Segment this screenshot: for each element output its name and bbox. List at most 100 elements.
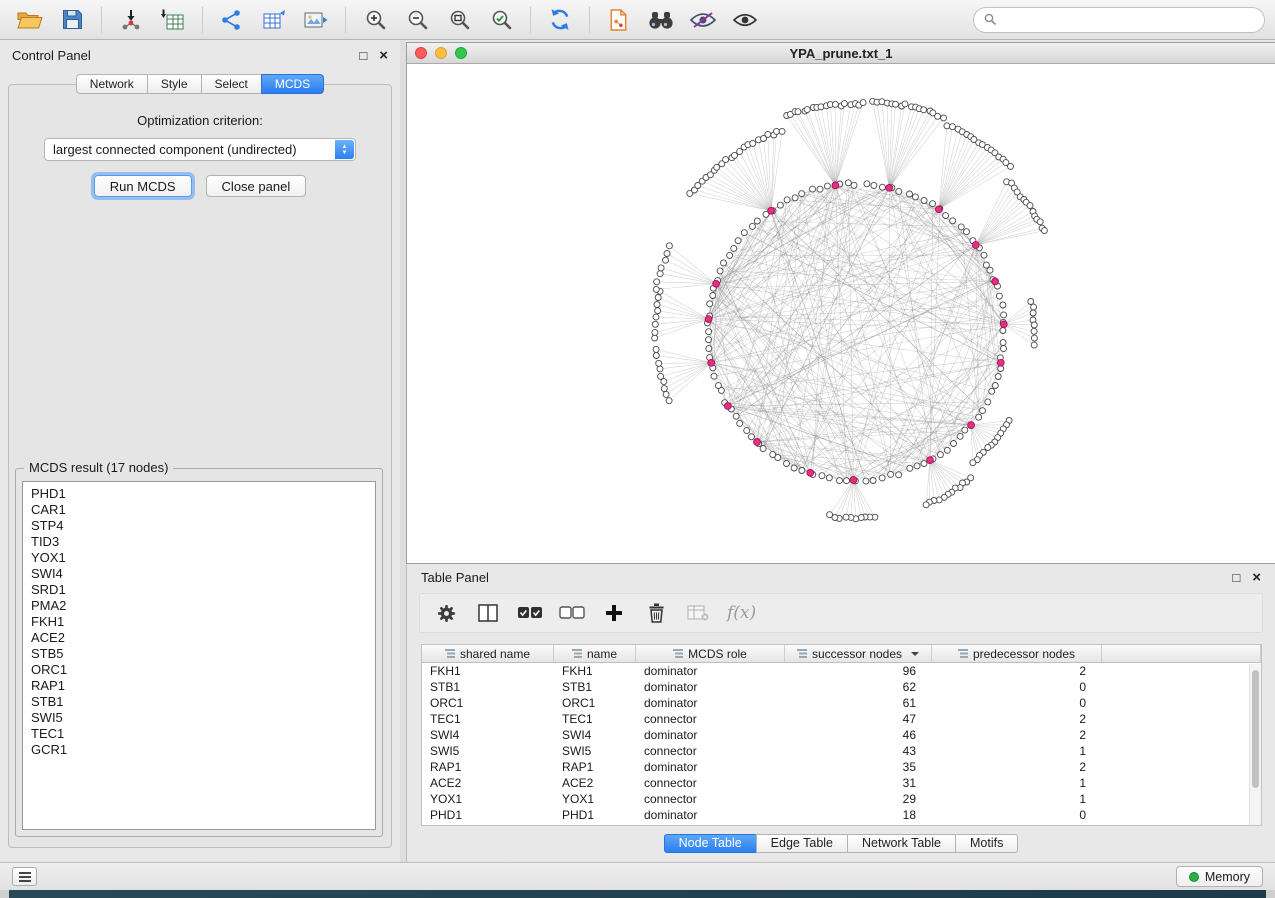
combo-stepper-icon: ▲▼	[335, 140, 354, 159]
float-panel-button[interactable]: □	[359, 49, 367, 62]
zoom-window-button[interactable]	[455, 47, 467, 59]
new-table-button[interactable]	[254, 4, 294, 36]
export-image-button[interactable]	[296, 4, 336, 36]
main-toolbar	[0, 0, 1275, 40]
search-input[interactable]	[1003, 12, 1254, 27]
document-share-icon	[609, 9, 629, 31]
run-mcds-button[interactable]: Run MCDS	[94, 175, 192, 197]
zoom-selected-button[interactable]	[481, 4, 521, 36]
mcds-result-item[interactable]: SWI4	[31, 566, 375, 582]
export-image-icon	[304, 9, 328, 31]
tab-network-table[interactable]: Network Table	[847, 834, 956, 853]
delete-column-button[interactable]	[640, 597, 672, 629]
tab-edge-table[interactable]: Edge Table	[756, 834, 848, 853]
desktop-edge	[0, 890, 1275, 898]
zoom-fit-button[interactable]	[439, 4, 479, 36]
zoom-in-button[interactable]	[355, 4, 395, 36]
table-scrollbar[interactable]	[1249, 664, 1261, 825]
node-table-body: FKH1FKH1dominator962STB1STB1dominator620…	[422, 663, 1261, 823]
add-column-button[interactable]	[598, 597, 630, 629]
find-button[interactable]	[641, 4, 681, 36]
table-cell-successors: 62	[785, 680, 932, 694]
column-header-label: shared name	[460, 647, 530, 661]
hide-button[interactable]	[683, 4, 723, 36]
mcds-result-item[interactable]: PHD1	[31, 486, 375, 502]
table-cell-name: TEC1	[554, 712, 636, 726]
column-header-successor-nodes[interactable]: successor nodes	[785, 645, 932, 662]
rename-column-button[interactable]	[682, 597, 714, 629]
mcds-result-item[interactable]: YOX1	[31, 550, 375, 566]
table-settings-button[interactable]	[430, 597, 462, 629]
table-row[interactable]: STB1STB1dominator620	[422, 679, 1261, 695]
save-session-button[interactable]	[52, 4, 92, 36]
table-row[interactable]: FKH1FKH1dominator962	[422, 663, 1261, 679]
mcds-result-item[interactable]: STB1	[31, 694, 375, 710]
table-row[interactable]: YOX1YOX1connector291	[422, 791, 1261, 807]
network-canvas[interactable]	[407, 64, 1275, 563]
import-table-button[interactable]	[153, 4, 193, 36]
table-row[interactable]: ACE2ACE2connector311	[422, 775, 1261, 791]
copy-style-button[interactable]	[599, 4, 639, 36]
mcds-result-item[interactable]: STB5	[31, 646, 375, 662]
tab-select[interactable]: Select	[201, 74, 262, 94]
column-header-predecessor-nodes[interactable]: predecessor nodes	[932, 645, 1102, 662]
mcds-result-list[interactable]: PHD1CAR1STP4TID3YOX1SWI4SRD1PMA2FKH1ACE2…	[22, 481, 376, 830]
show-columns-button[interactable]	[472, 597, 504, 629]
mcds-result-item[interactable]: RAP1	[31, 678, 375, 694]
open-session-button[interactable]	[10, 4, 50, 36]
mcds-result-item[interactable]: TID3	[31, 534, 375, 550]
mcds-result-item[interactable]: SWI5	[31, 710, 375, 726]
column-header-name[interactable]: name	[554, 645, 636, 662]
select-all-icon	[517, 606, 543, 620]
table-cell-role: dominator	[636, 696, 785, 710]
column-header-mcds-role[interactable]: MCDS role	[636, 645, 785, 662]
table-row[interactable]: SWI5SWI5connector431	[422, 743, 1261, 759]
tab-node-table[interactable]: Node Table	[664, 834, 757, 853]
panel-menu-button[interactable]	[12, 867, 37, 886]
table-cell-shared-name: FKH1	[422, 664, 554, 678]
column-header-shared-name[interactable]: shared name	[422, 645, 554, 662]
zoom-fit-icon	[449, 9, 470, 30]
close-panel-button[interactable]: ×	[379, 49, 388, 62]
table-cell-role: dominator	[636, 664, 785, 678]
tab-network[interactable]: Network	[76, 74, 148, 94]
mcds-result-item[interactable]: TEC1	[31, 726, 375, 742]
table-row[interactable]: PHD1PHD1dominator180	[422, 807, 1261, 823]
mcds-result-item[interactable]: SRD1	[31, 582, 375, 598]
import-network-button[interactable]	[111, 4, 151, 36]
minimize-window-button[interactable]	[435, 47, 447, 59]
tab-mcds[interactable]: MCDS	[261, 74, 324, 94]
close-window-button[interactable]	[415, 47, 427, 59]
mcds-result-item[interactable]: GCR1	[31, 742, 375, 758]
table-row[interactable]: ORC1ORC1dominator610	[422, 695, 1261, 711]
deselect-all-rows-button[interactable]	[556, 597, 588, 629]
table-scrollbar-thumb[interactable]	[1252, 670, 1259, 788]
table-row[interactable]: RAP1RAP1dominator352	[422, 759, 1261, 775]
mcds-result-item[interactable]: PMA2	[31, 598, 375, 614]
open-folder-icon	[17, 10, 43, 30]
float-table-panel-button[interactable]: □	[1232, 571, 1240, 584]
tab-motifs[interactable]: Motifs	[955, 834, 1018, 853]
show-button[interactable]	[725, 4, 765, 36]
memory-button[interactable]: Memory	[1176, 866, 1263, 887]
close-table-panel-button[interactable]: ×	[1252, 571, 1261, 584]
mcds-result-item[interactable]: FKH1	[31, 614, 375, 630]
zoom-out-icon	[407, 9, 428, 30]
function-builder-button[interactable]: f(x)	[724, 597, 759, 629]
table-cell-role: connector	[636, 776, 785, 790]
table-cell-predecessors: 1	[932, 776, 1102, 790]
table-row[interactable]: SWI4SWI4dominator462	[422, 727, 1261, 743]
mcds-result-item[interactable]: ORC1	[31, 662, 375, 678]
mcds-result-item[interactable]: STP4	[31, 518, 375, 534]
mcds-result-item[interactable]: ACE2	[31, 630, 375, 646]
criterion-select[interactable]: largest connected component (undirected)…	[44, 138, 356, 161]
new-network-button[interactable]	[212, 4, 252, 36]
tab-style[interactable]: Style	[147, 74, 202, 94]
zoom-out-button[interactable]	[397, 4, 437, 36]
table-cell-shared-name: SWI5	[422, 744, 554, 758]
table-row[interactable]: TEC1TEC1connector472	[422, 711, 1261, 727]
mcds-result-item[interactable]: CAR1	[31, 502, 375, 518]
refresh-button[interactable]	[540, 4, 580, 36]
close-panel-action-button[interactable]: Close panel	[206, 175, 307, 197]
select-all-rows-button[interactable]	[514, 597, 546, 629]
